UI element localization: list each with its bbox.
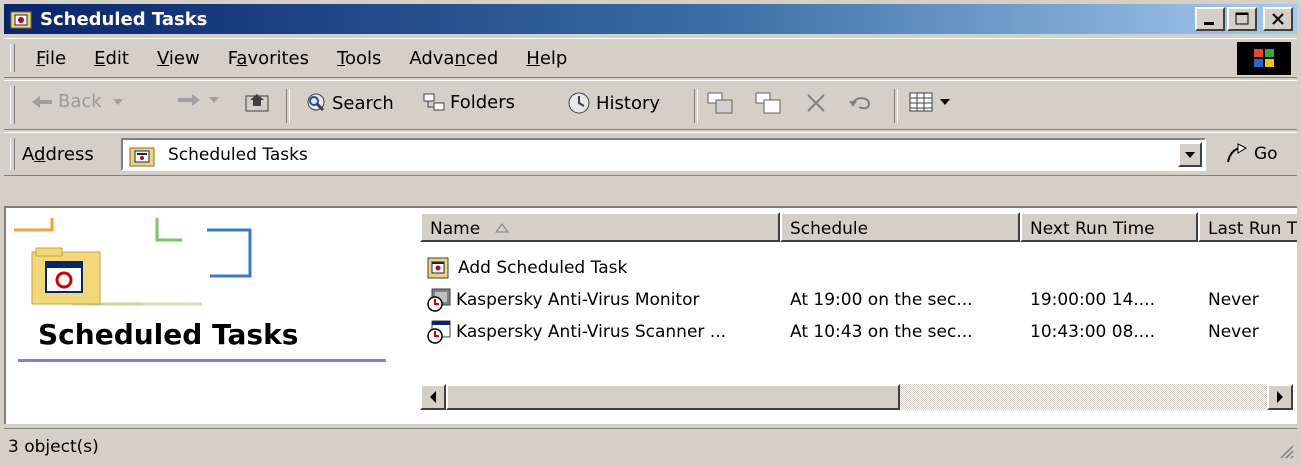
scheduled-tasks-folder-icon (10, 9, 32, 29)
copy-to-button[interactable] (754, 91, 782, 115)
address-value: Scheduled Tasks (168, 145, 308, 165)
forward-arrow-icon (178, 94, 200, 106)
scheduled-task-clock-icon (427, 320, 451, 344)
undo-button[interactable] (847, 91, 875, 113)
menu-item-favorites[interactable]: Favorites (214, 48, 323, 69)
views-button[interactable] (909, 91, 951, 113)
back-arrow-icon (32, 95, 52, 108)
views-grid-icon (909, 92, 933, 112)
window-title: Scheduled Tasks (40, 8, 208, 30)
object-count: 3 object(s) (8, 437, 99, 457)
title-bar[interactable]: Scheduled Tasks (4, 4, 1297, 34)
folders-label: Folders (450, 91, 516, 113)
menu-item-help[interactable]: Help (512, 48, 581, 69)
forward-button[interactable] (174, 91, 222, 109)
explorer-window: Scheduled Tasks File Edit View Favorites Too… (0, 0, 1301, 466)
forward-dropdown-icon[interactable] (206, 95, 222, 105)
chevron-left-icon (430, 391, 436, 403)
search-label: Search (332, 92, 394, 114)
search-button[interactable]: Search (304, 91, 394, 115)
task-last-run: Never (1208, 290, 1259, 310)
history-icon (568, 92, 590, 114)
history-label: History (596, 92, 661, 114)
folders-button[interactable]: Folders (422, 91, 515, 113)
back-label: Back (58, 91, 102, 112)
task-schedule: At 19:00 on the sec... (790, 290, 973, 310)
go-button[interactable]: Go (1224, 142, 1278, 166)
close-button[interactable] (1263, 7, 1293, 31)
windows-logo (1237, 42, 1291, 75)
back-dropdown-icon[interactable] (110, 97, 126, 107)
list-item-add-scheduled-task[interactable]: Add Scheduled Task (426, 252, 627, 284)
history-button[interactable]: History (566, 91, 660, 115)
task-last-run: Never (1208, 322, 1259, 342)
add-task-icon (427, 257, 449, 279)
back-button[interactable]: Back (30, 91, 126, 112)
sort-ascending-icon (494, 223, 509, 233)
menu-bar: File Edit View Favorites Tools Advanced Help (4, 38, 1297, 78)
task-schedule: At 10:43 on the sec... (790, 322, 973, 342)
task-next-run: 10:43:00 08.... (1030, 322, 1156, 342)
folders-icon (423, 93, 445, 111)
standard-toolbar: Back Search Folders History (4, 80, 1297, 130)
task-next-run: 19:00:00 14.... (1030, 290, 1156, 310)
delete-button[interactable] (804, 91, 828, 115)
address-dropdown-button[interactable] (1178, 142, 1202, 167)
content-area: Scheduled Tasks Name Schedule Next Run T… (4, 206, 1297, 424)
scroll-left-button[interactable] (420, 384, 446, 410)
task-list-view: Name Schedule Next Run Time Last Run T A… (420, 208, 1297, 424)
menu-item-edit[interactable]: Edit (80, 48, 143, 69)
address-grip[interactable] (10, 138, 15, 170)
decorative-folder-graphic (14, 218, 252, 306)
address-input[interactable]: Scheduled Tasks (121, 138, 1206, 171)
resize-grip-icon[interactable] (1277, 442, 1295, 460)
chevron-down-icon (1185, 152, 1195, 158)
menu-item-tools[interactable]: Tools (323, 48, 395, 69)
up-folder-icon (245, 94, 269, 112)
task-name: Kaspersky Anti-Virus Scanner ... (456, 322, 727, 342)
column-header-schedule[interactable]: Schedule (780, 212, 1020, 242)
horizontal-scrollbar[interactable] (420, 384, 1293, 410)
list-item-kaspersky-monitor[interactable]: Kaspersky Anti-Virus Monitor (426, 284, 699, 316)
address-bar: Address Scheduled Tasks Go (4, 132, 1297, 176)
status-bar: 3 object(s) (4, 428, 1297, 462)
menu-grip[interactable] (10, 44, 15, 72)
up-folder-button[interactable] (244, 91, 270, 113)
maximize-button[interactable] (1227, 7, 1257, 31)
menu-item-view[interactable]: View (143, 48, 214, 69)
minimize-button[interactable] (1195, 7, 1225, 31)
scheduled-tasks-folder-icon (129, 145, 155, 172)
address-label: Address (22, 144, 94, 165)
web-view-pane: Scheduled Tasks (6, 208, 416, 424)
toolbar-grip[interactable] (10, 86, 15, 124)
move-to-button[interactable] (706, 91, 734, 115)
menu-item-advanced[interactable]: Advanced (395, 48, 512, 69)
scroll-right-button[interactable] (1267, 384, 1293, 410)
delete-icon (807, 94, 825, 112)
move-to-icon (707, 92, 733, 114)
task-name: Kaspersky Anti-Virus Monitor (456, 290, 700, 310)
menu-item-file[interactable]: File (22, 48, 80, 69)
pane-title: Scheduled Tasks (38, 318, 299, 351)
search-icon (307, 93, 325, 112)
chevron-right-icon (1277, 391, 1283, 403)
list-item-kaspersky-scanner[interactable]: Kaspersky Anti-Virus Scanner ... (426, 316, 726, 348)
go-label: Go (1254, 144, 1278, 164)
scheduled-task-clock-icon (427, 288, 451, 312)
task-name: Add Scheduled Task (458, 258, 628, 278)
scroll-thumb[interactable] (446, 384, 900, 410)
go-arrow-icon (1227, 143, 1248, 163)
pane-splitter (4, 184, 1297, 204)
column-header-next-run-time[interactable]: Next Run Time (1020, 212, 1198, 242)
views-dropdown-icon[interactable] (939, 97, 951, 107)
pane-title-underline (18, 359, 386, 362)
menu-items: File Edit View Favorites Tools Advanced Help (22, 48, 581, 69)
column-header-last-run-time[interactable]: Last Run T (1198, 212, 1297, 242)
column-header-name[interactable]: Name (420, 212, 780, 242)
copy-to-icon (755, 92, 781, 114)
undo-icon (849, 97, 871, 110)
